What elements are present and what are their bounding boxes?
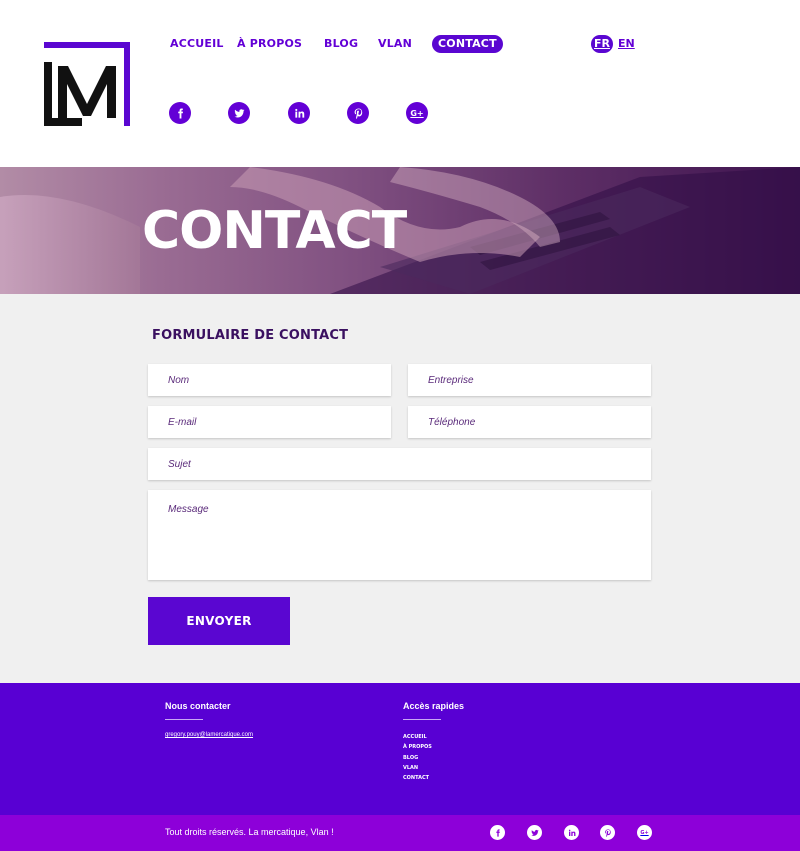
footer-link-a-propos[interactable]: À PROPOS — [403, 742, 432, 752]
footer-quick-heading: Accès rapides — [403, 701, 465, 711]
subject-input[interactable] — [148, 448, 651, 480]
footer-email-link[interactable]: gregory.pouy@lamercatique.com — [165, 732, 253, 738]
google-plus-icon[interactable]: G+ — [406, 102, 428, 124]
nav-item-contact[interactable]: CONTACT — [432, 35, 503, 53]
facebook-icon[interactable] — [490, 825, 505, 840]
email-input[interactable] — [148, 406, 391, 438]
language-en[interactable]: EN — [618, 35, 635, 53]
contact-form-section: FORMULAIRE DE CONTACT ENVOYER — [0, 294, 800, 683]
footer-bottom-bar: Tout droits réservés. La mercatique, Vla… — [0, 815, 800, 851]
page-title: CONTACT — [142, 201, 407, 261]
copyright-text: Tout droits réservés. La mercatique, Vla… — [165, 827, 334, 837]
site-header: ACCUEIL À PROPOS BLOG VLAN CONTACT FR EN… — [0, 0, 800, 167]
language-fr[interactable]: FR — [591, 35, 613, 53]
footer-quick-links: ACCUEIL À PROPOS BLOG VLAN CONTACT — [403, 732, 432, 783]
google-plus-icon[interactable]: G+ — [637, 825, 652, 840]
site-footer: Nous contacter gregory.pouy@lamercatique… — [0, 683, 800, 815]
footer-link-accueil[interactable]: ACCUEIL — [403, 732, 432, 742]
facebook-icon[interactable] — [169, 102, 191, 124]
name-input[interactable] — [148, 364, 391, 396]
nav-item-blog[interactable]: BLOG — [324, 35, 358, 53]
footer-link-contact[interactable]: CONTACT — [403, 773, 432, 783]
hero-banner: CONTACT — [0, 167, 800, 294]
pinterest-icon[interactable] — [347, 102, 369, 124]
footer-link-vlan[interactable]: VLAN — [403, 763, 432, 773]
footer-divider — [165, 719, 203, 720]
nav-item-a-propos[interactable]: À PROPOS — [237, 35, 302, 53]
submit-button[interactable]: ENVOYER — [148, 597, 290, 645]
message-textarea[interactable] — [148, 490, 651, 580]
pinterest-icon[interactable] — [600, 825, 615, 840]
form-title: FORMULAIRE DE CONTACT — [152, 328, 349, 343]
footer-link-blog[interactable]: BLOG — [403, 753, 432, 763]
footer-divider — [403, 719, 441, 720]
twitter-icon[interactable] — [228, 102, 250, 124]
nav-item-vlan[interactable]: VLAN — [378, 35, 412, 53]
linkedin-icon[interactable] — [288, 102, 310, 124]
footer-contact-heading: Nous contacter — [165, 701, 231, 711]
company-input[interactable] — [408, 364, 651, 396]
site-logo[interactable] — [44, 42, 130, 126]
twitter-icon[interactable] — [527, 825, 542, 840]
linkedin-icon[interactable] — [564, 825, 579, 840]
phone-input[interactable] — [408, 406, 651, 438]
nav-item-accueil[interactable]: ACCUEIL — [170, 35, 224, 53]
main-nav: ACCUEIL À PROPOS BLOG VLAN CONTACT — [0, 35, 800, 53]
